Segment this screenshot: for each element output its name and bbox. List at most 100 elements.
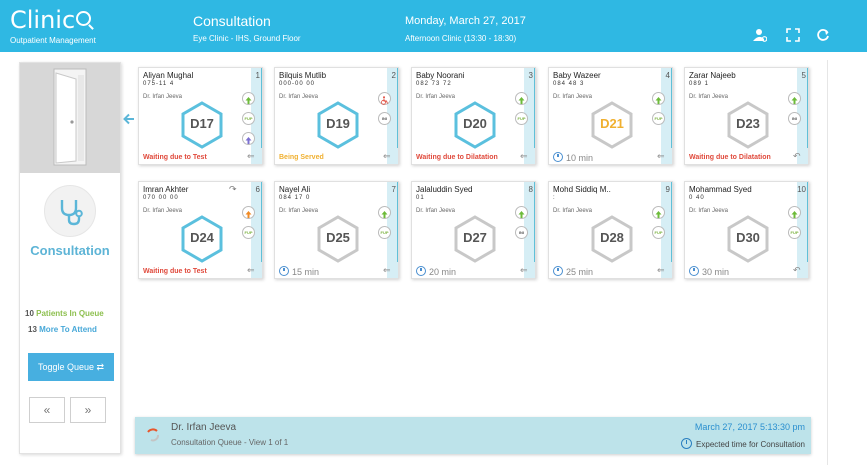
current-date: Monday, March 27, 2017 xyxy=(405,15,526,27)
patient-card[interactable]: Baby Wazeer 4 084 48 3 Dr. Irfan Jeeva D… xyxy=(548,67,673,165)
stethoscope-icon xyxy=(60,200,83,226)
wait-time-value: 15 min xyxy=(292,267,320,277)
back-arrow-icon[interactable]: ⇐ xyxy=(383,151,391,162)
patient-mrn: 000-00 00 xyxy=(279,81,316,87)
patient-mrn: 01 xyxy=(416,195,425,201)
wait-time-value: 25 min xyxy=(566,267,594,277)
room-number: D20 xyxy=(463,116,487,131)
patient-card[interactable]: Aliyan Mughal 1 075-11 4 Dr. Irfan Jeeva… xyxy=(138,67,263,165)
next-page-button[interactable]: » xyxy=(70,397,106,423)
back-arrow-icon[interactable]: ⇐ xyxy=(657,151,665,162)
visit-type-badge: FUP xyxy=(788,226,801,239)
priority-arrow-icon xyxy=(652,92,665,105)
retweet-icon: ⇄ xyxy=(96,362,105,372)
patient-name: Mohd Siddiq M.. xyxy=(553,185,611,194)
arrow-left-icon[interactable] xyxy=(123,113,135,125)
patient-name: Baby Noorani xyxy=(416,71,465,80)
app-logo[interactable]: Clinic xyxy=(10,8,92,32)
card-side-bar xyxy=(671,182,672,262)
fullscreen-icon[interactable] xyxy=(786,28,800,42)
page-title: Consultation xyxy=(193,13,271,29)
room-number: D25 xyxy=(326,230,350,245)
patient-name: Imran Akhter xyxy=(143,185,189,194)
patient-card[interactable]: Mohammad Syed 10 0 40 Dr. Irfan Jeeva D3… xyxy=(684,181,809,279)
card-side-bar xyxy=(671,68,672,148)
prev-page-button[interactable]: « xyxy=(29,397,65,423)
back-arrow-icon[interactable]: ⇐ xyxy=(657,265,665,276)
patient-card[interactable]: Imran Akhter 6 070 00 00 Dr. Irfan Jeeva… xyxy=(138,181,263,279)
patient-mrn: 075-11 4 xyxy=(143,81,175,87)
room-number: D28 xyxy=(600,230,624,245)
doctor-name: Dr. Irfan Jeeva xyxy=(416,208,456,214)
queue-number: 4 xyxy=(665,71,670,80)
card-side-bar xyxy=(261,68,262,148)
room-number: D19 xyxy=(326,116,350,131)
visit-type-badge: FUP xyxy=(652,226,665,239)
patient-card[interactable]: Baby Noorani 3 082 73 72 Dr. Irfan Jeeva… xyxy=(411,67,536,165)
visit-type-badge: FUP xyxy=(242,226,255,239)
toggle-queue-button[interactable]: Toggle Queue ⇄ xyxy=(28,353,114,381)
priority-arrow-icon xyxy=(652,206,665,219)
back-arrow-icon[interactable]: ⇐ xyxy=(383,265,391,276)
department-label: Consultation xyxy=(30,243,110,258)
back-arrow-icon[interactable]: ⇐ xyxy=(520,151,528,162)
patient-name: Aliyan Mughal xyxy=(143,71,194,80)
wait-time: 25 min xyxy=(553,266,593,277)
room-number: D24 xyxy=(190,230,214,245)
room-number: D23 xyxy=(736,116,760,131)
doctor-name: Dr. Irfan Jeeva xyxy=(279,94,319,100)
visit-type-badge: INI xyxy=(378,112,391,125)
card-side-bar xyxy=(261,182,262,262)
back-arrow-icon[interactable]: ⇐ xyxy=(247,265,255,276)
queue-number: 3 xyxy=(528,71,533,80)
user-settings-icon[interactable] xyxy=(753,28,767,42)
doctor-status-bar: Dr. Irfan Jeeva Consultation Queue - Vie… xyxy=(135,417,811,454)
queue-number: 2 xyxy=(391,71,396,80)
back-arrow-icon[interactable]: ⇐ xyxy=(520,265,528,276)
room-number: D27 xyxy=(463,230,487,245)
patient-mrn: 089 1 xyxy=(689,81,710,87)
patient-card[interactable]: Zarar Najeeb 5 089 1 Dr. Irfan Jeeva D23… xyxy=(684,67,809,165)
forward-icon[interactable]: ↷ xyxy=(229,184,237,195)
clock-icon xyxy=(416,266,426,276)
visit-type-badge: FUP xyxy=(652,112,665,125)
refresh-icon[interactable] xyxy=(816,28,830,42)
patient-mrn: 084 17 0 xyxy=(279,195,311,201)
doctor-name: Dr. Irfan Jeeva xyxy=(689,94,729,100)
doctor-name: Dr. Irfan Jeeva xyxy=(553,94,593,100)
patient-card[interactable]: Nayel Ali 7 084 17 0 Dr. Irfan Jeeva D25… xyxy=(274,181,399,279)
doctor-name: Dr. Irfan Jeeva xyxy=(279,208,319,214)
doctor-name: Dr. Irfan Jeeva xyxy=(553,208,593,214)
patient-status: Waiting due to Dilatation xyxy=(416,154,498,161)
stethoscope-badge xyxy=(44,185,96,237)
clock-icon xyxy=(689,266,699,276)
queue-count: 10 xyxy=(25,309,34,318)
room-number: D30 xyxy=(736,230,760,245)
patient-card[interactable]: Mohd Siddiq M.. 9 : Dr. Irfan Jeeva D28 … xyxy=(548,181,673,279)
doctor-name: Dr. Irfan Jeeva xyxy=(143,94,183,100)
wheelchair-icon xyxy=(378,92,391,105)
clock-icon xyxy=(553,152,563,162)
patient-card[interactable]: Jalaluddin Syed 8 01 Dr. Irfan Jeeva D27… xyxy=(411,181,536,279)
visit-type-badge: FUP xyxy=(242,112,255,125)
priority-arrow-icon xyxy=(515,92,528,105)
priority-arrow-icon xyxy=(242,92,255,105)
queue-label: Patients In Queue xyxy=(36,309,104,318)
patient-mrn: 0 40 xyxy=(689,195,705,201)
current-datetime: March 27, 2017 5:13:30 pm xyxy=(694,422,805,432)
wait-time: 20 min xyxy=(416,266,456,277)
clock-icon xyxy=(279,266,289,276)
patients-in-queue: 10 Patients In Queue xyxy=(25,309,104,318)
priority-arrow-icon xyxy=(242,206,255,219)
patient-card[interactable]: Bilquis Mutlib 2 000-00 00 Dr. Irfan Jee… xyxy=(274,67,399,165)
undo-icon[interactable]: ↶ xyxy=(793,151,801,162)
visit-type-badge: INI xyxy=(788,112,801,125)
patient-name: Zarar Najeeb xyxy=(689,71,736,80)
scrollbar-track xyxy=(827,60,828,465)
patient-status: Being Served xyxy=(279,154,324,161)
priority-arrow-icon xyxy=(788,92,801,105)
undo-icon[interactable]: ↶ xyxy=(793,265,801,276)
visit-type-badge: INI xyxy=(515,226,528,239)
back-arrow-icon[interactable]: ⇐ xyxy=(247,151,255,162)
queue-sidebar: Consultation 10 Patients In Queue 13 Mor… xyxy=(19,62,121,454)
